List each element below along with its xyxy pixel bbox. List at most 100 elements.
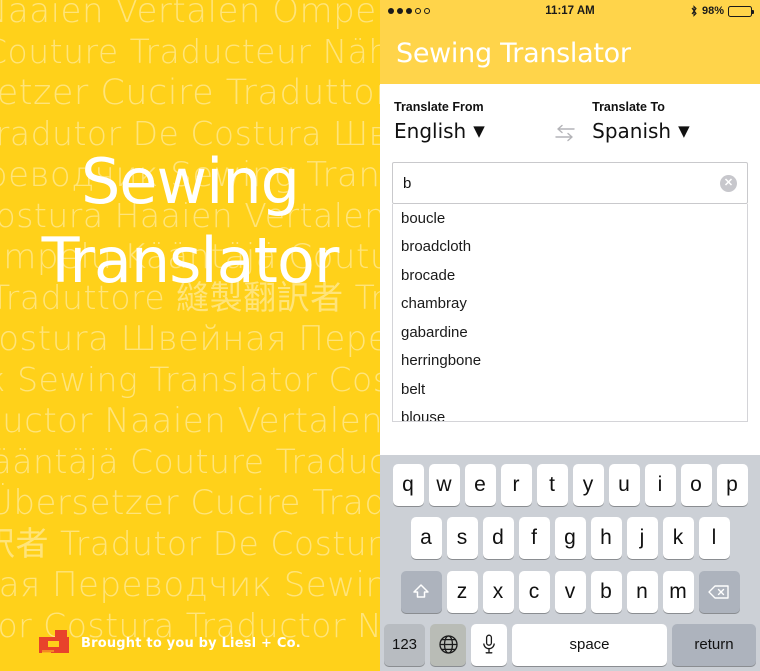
chevron-down-icon: ▼	[473, 121, 485, 140]
numbers-key[interactable]: 123	[384, 623, 425, 666]
splash-screen: Naaien Vertalen Ompelu KääntäjäCouture T…	[0, 0, 380, 671]
key-x[interactable]: x	[482, 570, 514, 613]
key-k[interactable]: k	[662, 517, 694, 560]
signal-strength-indicator	[388, 8, 498, 14]
key-s[interactable]: s	[446, 517, 478, 560]
suggestion-item[interactable]: broadcloth	[393, 233, 747, 262]
splash-bg-text-line: Übersetzer Cucire Traduttore	[0, 483, 380, 523]
splash-bg-text-line: к Sewing Translator Costura	[0, 360, 380, 399]
translate-to-dropdown[interactable]: Spanish ▼	[592, 119, 746, 143]
splash-footer: Brought to you by Liesl + Co.	[38, 629, 301, 657]
key-u[interactable]: u	[608, 464, 640, 506]
splash-bg-text-line: Naaien Vertalen Ompelu Kääntäjä	[0, 0, 380, 31]
translate-from-label: Translate From	[394, 100, 484, 114]
key-a[interactable]: a	[410, 517, 442, 560]
keyboard-row-2: asdfghjkl	[382, 516, 758, 560]
phone-app-pane: 11:17 AM 98% Sewing Translator Translate…	[380, 0, 760, 671]
chevron-down-icon: ▼	[678, 121, 690, 140]
key-n[interactable]: n	[626, 570, 658, 613]
key-w[interactable]: w	[428, 464, 460, 506]
backspace-key[interactable]	[698, 570, 740, 613]
suggestion-item[interactable]: chambray	[393, 290, 747, 319]
suggestion-item[interactable]: boucle	[393, 204, 747, 233]
key-p[interactable]: p	[716, 464, 748, 506]
translate-from-value: English	[394, 119, 467, 143]
translate-to-label: Translate To	[592, 100, 665, 114]
signal-dot	[397, 8, 403, 14]
onscreen-keyboard[interactable]: qwertyuiop asdfghjkl zxcvbnm 123 space r…	[380, 455, 760, 671]
status-bar-time: 11:17 AM	[545, 5, 595, 17]
nav-bar: Sewing Translator	[380, 22, 760, 84]
key-j[interactable]: j	[626, 517, 658, 560]
suggestion-list[interactable]: boucle broadcloth brocade chambray gabardine…	[392, 204, 748, 422]
status-bar: 11:17 AM 98%	[380, 0, 760, 22]
translate-to-value: Spanish	[592, 119, 672, 143]
language-selector-row: Translate From English ▼ Translate To Sp…	[380, 84, 760, 158]
key-f[interactable]: f	[518, 517, 550, 560]
key-h[interactable]: h	[590, 517, 622, 560]
signal-dot	[406, 8, 412, 14]
keyboard-row-4: 123 space return	[382, 623, 758, 667]
swap-languages-button[interactable]	[538, 100, 592, 144]
key-c[interactable]: c	[518, 570, 550, 613]
status-bar-right: 98%	[642, 5, 754, 17]
app-shell: Naaien Vertalen Ompelu KääntäjäCouture T…	[0, 0, 760, 671]
key-v[interactable]: v	[554, 570, 586, 613]
return-key[interactable]: return	[672, 623, 756, 666]
keyboard-row-1: qwertyuiop	[382, 463, 758, 507]
microphone-icon	[482, 634, 496, 655]
splash-bg-text-line: Couture Traducteur Nähen Übersetzer	[0, 32, 380, 71]
footer-credit-text: Brought to you by Liesl + Co.	[81, 635, 301, 651]
search-input[interactable]: b ✕	[392, 162, 748, 204]
splash-bg-text-line: Costura Швейная Переводчик	[0, 319, 380, 359]
splash-title-line1: Sewing	[80, 145, 300, 218]
splash-background-wordcloud: Naaien Vertalen Ompelu KääntäjäCouture T…	[0, 0, 380, 671]
key-b[interactable]: b	[590, 570, 622, 613]
microphone-key[interactable]	[471, 623, 507, 666]
key-d[interactable]: d	[482, 517, 514, 560]
suggestion-item[interactable]: herringbone	[393, 347, 747, 376]
splash-title-line2: Translator	[41, 223, 340, 297]
translate-from-dropdown[interactable]: English ▼	[394, 119, 538, 143]
key-l[interactable]: l	[698, 517, 730, 560]
globe-key[interactable]	[430, 623, 466, 666]
globe-icon	[438, 634, 459, 655]
page-title: Sewing Translator	[396, 37, 631, 69]
signal-dot	[415, 8, 421, 14]
swap-arrows-icon	[554, 124, 576, 144]
key-z[interactable]: z	[446, 570, 478, 613]
splash-bg-text-line: setzer Cucire Traduttore 縫製翻訳者	[0, 73, 380, 113]
sewing-machine-icon	[38, 629, 72, 657]
suggestion-item[interactable]: belt	[393, 375, 747, 404]
keyboard-row-3: zxcvbnm	[382, 570, 758, 614]
search-field-wrap: b ✕	[380, 158, 760, 204]
key-t[interactable]: t	[536, 464, 568, 506]
key-q[interactable]: q	[392, 464, 424, 506]
search-input-value: b	[403, 174, 412, 192]
shift-key[interactable]	[400, 570, 442, 613]
splash-bg-text-line: ная Переводчик Sewing	[0, 565, 380, 605]
splash-bg-text-line: 訳者 Tradutor De Costura Шв	[0, 524, 380, 563]
translate-to-group: Translate To Spanish ▼	[592, 100, 746, 143]
splash-title: Sewing Translator	[0, 145, 380, 297]
key-i[interactable]: i	[644, 464, 676, 506]
battery-percent-label: 98%	[701, 5, 724, 17]
battery-icon	[728, 5, 754, 17]
splash-bg-text-line: Kääntäjä Couture Traducteur	[0, 442, 380, 481]
signal-dot	[424, 8, 430, 14]
key-e[interactable]: e	[464, 464, 496, 506]
space-key[interactable]: space	[512, 623, 667, 666]
clear-circle-icon[interactable]: ✕	[720, 174, 737, 192]
key-g[interactable]: g	[554, 517, 586, 560]
shift-arrow-icon	[412, 583, 430, 600]
splash-bg-text-line: ductor Naaien Vertalen Ompelu	[0, 401, 380, 441]
suggestion-item[interactable]: brocade	[393, 261, 747, 290]
key-o[interactable]: o	[680, 464, 712, 506]
key-y[interactable]: y	[572, 464, 604, 506]
backspace-icon	[708, 584, 730, 600]
key-r[interactable]: r	[500, 464, 532, 506]
suggestion-item[interactable]: gabardine	[393, 318, 747, 347]
translate-from-group: Translate From English ▼	[394, 100, 538, 143]
suggestion-item[interactable]: blouse	[393, 404, 747, 421]
key-m[interactable]: m	[662, 570, 694, 613]
